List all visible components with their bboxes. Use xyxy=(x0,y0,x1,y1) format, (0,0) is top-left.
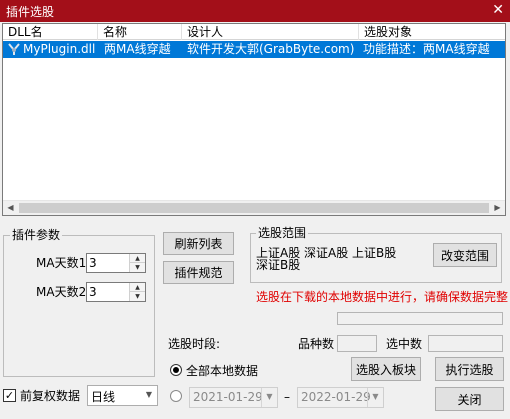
progress-field xyxy=(337,312,503,325)
adjust-checkbox[interactable]: ✓ xyxy=(3,389,16,402)
selected-label: 选中数 xyxy=(386,337,423,351)
chevron-down-icon[interactable]: ▼ xyxy=(141,386,157,405)
refresh-list-button[interactable]: 刷新列表 xyxy=(163,232,234,255)
row-name: 两MA线穿越 xyxy=(104,42,171,56)
change-range-button[interactable]: 改变范围 xyxy=(433,243,497,267)
timeframe-value: 日线 xyxy=(91,390,116,404)
selected-field xyxy=(428,335,503,352)
close-icon[interactable]: ✕ xyxy=(492,2,504,18)
ma1-label: MA天数1 xyxy=(36,256,87,270)
spin-down-icon[interactable]: ▼ xyxy=(130,292,145,301)
scroll-left-icon[interactable]: ◀ xyxy=(3,201,18,215)
all-local-label: 全部本地数据 xyxy=(186,364,259,378)
adjust-label: 前复权数据 xyxy=(20,389,81,403)
date-range-radio[interactable] xyxy=(170,390,182,402)
table-row[interactable]: MyPlugin.dll 两MA线穿越 软件开发大郭(GrabByte.com)… xyxy=(3,41,505,58)
horizontal-scrollbar[interactable]: ◀ ▶ xyxy=(3,200,505,215)
ma1-spinner[interactable]: ▲ ▼ xyxy=(86,253,146,273)
row-dll: MyPlugin.dll xyxy=(23,42,96,56)
date-from-picker[interactable]: 2021-01-29 ▼ xyxy=(189,387,278,408)
ma2-updown: ▲ ▼ xyxy=(129,283,145,301)
range-line2: 深证B股 xyxy=(256,258,301,272)
execute-button[interactable]: 执行选股 xyxy=(435,357,504,381)
scroll-right-icon[interactable]: ▶ xyxy=(490,201,505,215)
all-local-radio[interactable] xyxy=(170,364,182,376)
spin-up-icon[interactable]: ▲ xyxy=(130,283,145,292)
date-from-value: 2021-01-29 xyxy=(193,390,263,404)
row-target: 功能描述：两MA线穿越 xyxy=(363,42,490,56)
window-title: 插件选股 xyxy=(6,5,55,19)
date-to-value: 2022-01-29 xyxy=(301,390,371,404)
ma2-spinner[interactable]: ▲ ▼ xyxy=(86,282,146,302)
column-header-designer[interactable]: 设计人 xyxy=(182,24,359,40)
close-button[interactable]: 关闭 xyxy=(435,387,504,411)
column-header-dll[interactable]: DLL名 xyxy=(3,24,98,40)
spin-down-icon[interactable]: ▼ xyxy=(130,263,145,272)
chevron-down-icon[interactable]: ▼ xyxy=(261,388,277,407)
date-separator: – xyxy=(284,390,290,404)
to-block-button[interactable]: 选股入板块 xyxy=(351,357,421,381)
ma1-input[interactable] xyxy=(87,254,127,272)
count-label: 品种数 xyxy=(298,337,335,351)
warning-text: 选股在下载的本地数据中进行，请确保数据完整 xyxy=(256,290,509,304)
column-header-target[interactable]: 选股对象 xyxy=(359,24,505,40)
params-group-label: 插件参数 xyxy=(10,228,63,242)
title-bar: 插件选股 ✕ xyxy=(0,0,510,22)
list-header: DLL名 名称 设计人 选股对象 xyxy=(3,24,505,40)
row-designer: 软件开发大郭(GrabByte.com) xyxy=(187,42,355,56)
count-field xyxy=(337,335,377,352)
plugin-spec-button[interactable]: 插件规范 xyxy=(163,261,234,284)
plugin-list[interactable]: DLL名 名称 设计人 选股对象 MyPlugin.dll 两MA线穿越 软件开… xyxy=(2,23,506,216)
range-group-label: 选股范围 xyxy=(256,226,309,240)
period-label: 选股时段: xyxy=(168,337,221,351)
timeframe-select[interactable]: 日线 ▼ xyxy=(87,385,158,406)
spin-up-icon[interactable]: ▲ xyxy=(130,254,145,263)
column-header-name[interactable]: 名称 xyxy=(98,24,182,40)
date-to-picker[interactable]: 2022-01-29 ▼ xyxy=(297,387,384,408)
ma2-label: MA天数2 xyxy=(36,285,87,299)
plugin-icon xyxy=(7,41,21,58)
scroll-thumb[interactable] xyxy=(19,203,489,213)
ma2-input[interactable] xyxy=(87,283,127,301)
chevron-down-icon[interactable]: ▼ xyxy=(367,388,383,407)
ma1-updown: ▲ ▼ xyxy=(129,254,145,272)
